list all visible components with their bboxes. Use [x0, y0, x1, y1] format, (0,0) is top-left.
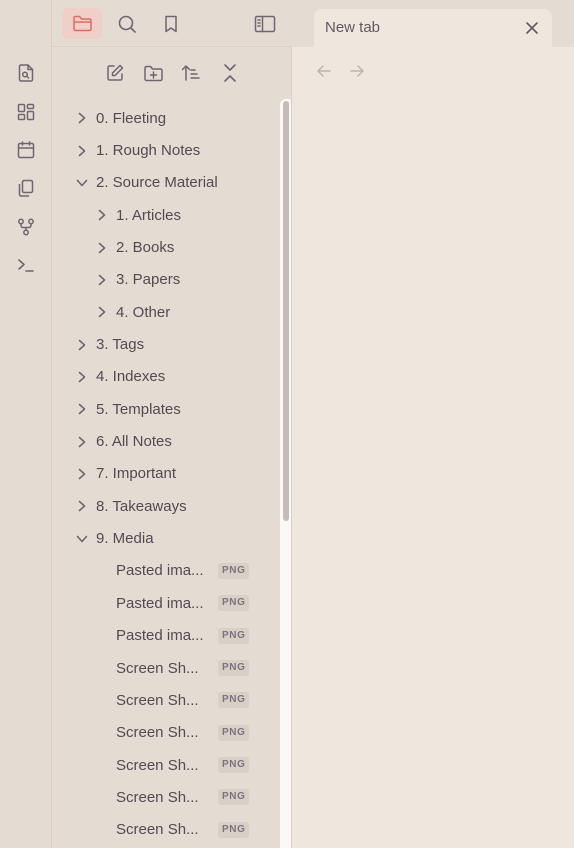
chevron-right-icon — [75, 467, 89, 481]
folder-label: 2. Books — [116, 239, 175, 257]
sidebar-toggle-icon[interactable] — [245, 8, 285, 39]
chevron-down-icon — [75, 176, 89, 190]
chevron-right-icon — [75, 402, 89, 416]
folder-item[interactable]: 1. Rough Notes — [52, 134, 280, 166]
bookmark-icon[interactable] — [151, 8, 191, 39]
folder-label: 9. Media — [96, 530, 154, 548]
file-label: Screen Sh... — [116, 756, 199, 774]
chevron-right-icon — [75, 370, 89, 384]
chevron-right-icon — [75, 144, 89, 158]
collapse-all-icon[interactable] — [216, 59, 244, 87]
file-label: Screen Sh... — [116, 788, 199, 806]
chevron-right-icon — [75, 435, 89, 449]
folder-item[interactable]: 3. Papers — [52, 264, 280, 296]
folder-item[interactable]: 1. Articles — [52, 199, 280, 231]
file-tree: 0. Fleeting 1. Rough Notes 2. Source Mat… — [52, 102, 280, 846]
file-type-badge: PNG — [218, 627, 250, 644]
sort-icon[interactable] — [177, 59, 205, 87]
file-label: Screen Sh... — [116, 821, 199, 839]
file-item[interactable]: Pasted ima... PNG — [52, 587, 280, 619]
grid-icon[interactable] — [12, 98, 40, 126]
folder-label: 7. Important — [96, 465, 177, 483]
file-item[interactable]: Screen Sh... PNG — [52, 814, 280, 846]
chevron-right-icon — [75, 499, 89, 513]
folder-label: 4. Indexes — [96, 368, 166, 386]
chevron-right-icon — [95, 208, 109, 222]
copy-icon[interactable] — [12, 174, 40, 202]
file-explorer: 0. Fleeting 1. Rough Notes 2. Source Mat… — [52, 47, 292, 848]
terminal-icon[interactable] — [12, 251, 40, 279]
new-note-icon[interactable] — [101, 59, 129, 87]
file-type-badge: PNG — [218, 789, 250, 806]
chevron-right-icon — [95, 241, 109, 255]
file-item[interactable]: Screen Sh... PNG — [52, 781, 280, 813]
folder-label: 3. Papers — [116, 271, 181, 289]
arrow-left-icon[interactable] — [312, 59, 336, 83]
chevron-right-icon — [75, 111, 89, 125]
chevron-right-icon — [95, 273, 109, 287]
file-item[interactable]: Screen Sh... PNG — [52, 684, 280, 716]
folder-item[interactable]: 9. Media — [52, 522, 280, 554]
file-label: Pasted ima... — [116, 594, 204, 612]
tab-title: New tab — [325, 19, 381, 36]
file-item[interactable]: Pasted ima... PNG — [52, 555, 280, 587]
folder-item[interactable]: 3. Tags — [52, 328, 280, 360]
file-type-badge: PNG — [218, 821, 250, 838]
graph-icon[interactable] — [12, 213, 40, 241]
folder-label: 2. Source Material — [96, 174, 218, 192]
tab-bar: New tab — [292, 0, 574, 47]
file-item[interactable]: Screen Sh... PNG — [52, 652, 280, 684]
main-pane — [292, 47, 574, 848]
scrollbar[interactable] — [280, 99, 291, 848]
folder-label: 8. Takeaways — [96, 497, 187, 515]
folder-icon[interactable] — [62, 8, 102, 39]
folder-item[interactable]: 6. All Notes — [52, 425, 280, 457]
file-item[interactable]: Screen Sh... PNG — [52, 717, 280, 749]
file-label: Screen Sh... — [116, 691, 199, 709]
folder-item[interactable]: 8. Takeaways — [52, 490, 280, 522]
file-type-badge: PNG — [218, 660, 250, 677]
file-type-badge: PNG — [218, 692, 250, 709]
file-type-badge: PNG — [218, 562, 250, 579]
folder-item[interactable]: 4. Other — [52, 296, 280, 328]
close-icon[interactable] — [522, 18, 542, 38]
ribbon — [0, 0, 52, 848]
folder-item[interactable]: 2. Books — [52, 231, 280, 263]
new-folder-icon[interactable] — [139, 59, 167, 87]
folder-item[interactable]: 4. Indexes — [52, 361, 280, 393]
file-search-icon[interactable] — [12, 59, 40, 87]
folder-item[interactable]: 2. Source Material — [52, 167, 280, 199]
file-item[interactable]: Screen Sh... PNG — [52, 749, 280, 781]
calendar-icon[interactable] — [12, 136, 40, 164]
sidebar-header — [52, 0, 292, 47]
tab-new-tab[interactable]: New tab — [314, 9, 552, 47]
arrow-right-icon[interactable] — [345, 59, 369, 83]
file-label: Screen Sh... — [116, 659, 199, 677]
file-type-badge: PNG — [218, 757, 250, 774]
folder-label: 4. Other — [116, 303, 171, 321]
folder-label: 3. Tags — [96, 336, 145, 354]
search-icon[interactable] — [107, 8, 147, 39]
folder-label: 5. Templates — [96, 400, 181, 418]
scrollbar-thumb[interactable] — [283, 101, 289, 521]
file-label: Screen Sh... — [116, 724, 199, 742]
chevron-right-icon — [75, 338, 89, 352]
app-window: 0. Fleeting 1. Rough Notes 2. Source Mat… — [0, 0, 574, 848]
folder-label: 6. All Notes — [96, 433, 172, 451]
file-label: Pasted ima... — [116, 562, 204, 580]
file-type-badge: PNG — [218, 724, 250, 741]
folder-label: 1. Articles — [116, 206, 182, 224]
folder-label: 0. Fleeting — [96, 109, 167, 127]
chevron-down-icon — [75, 532, 89, 546]
folder-item[interactable]: 5. Templates — [52, 393, 280, 425]
file-label: Pasted ima... — [116, 627, 204, 645]
folder-item[interactable]: 7. Important — [52, 458, 280, 490]
folder-label: 1. Rough Notes — [96, 142, 201, 160]
chevron-right-icon — [95, 305, 109, 319]
file-type-badge: PNG — [218, 595, 250, 612]
folder-item[interactable]: 0. Fleeting — [52, 102, 280, 134]
file-item[interactable]: Pasted ima... PNG — [52, 620, 280, 652]
